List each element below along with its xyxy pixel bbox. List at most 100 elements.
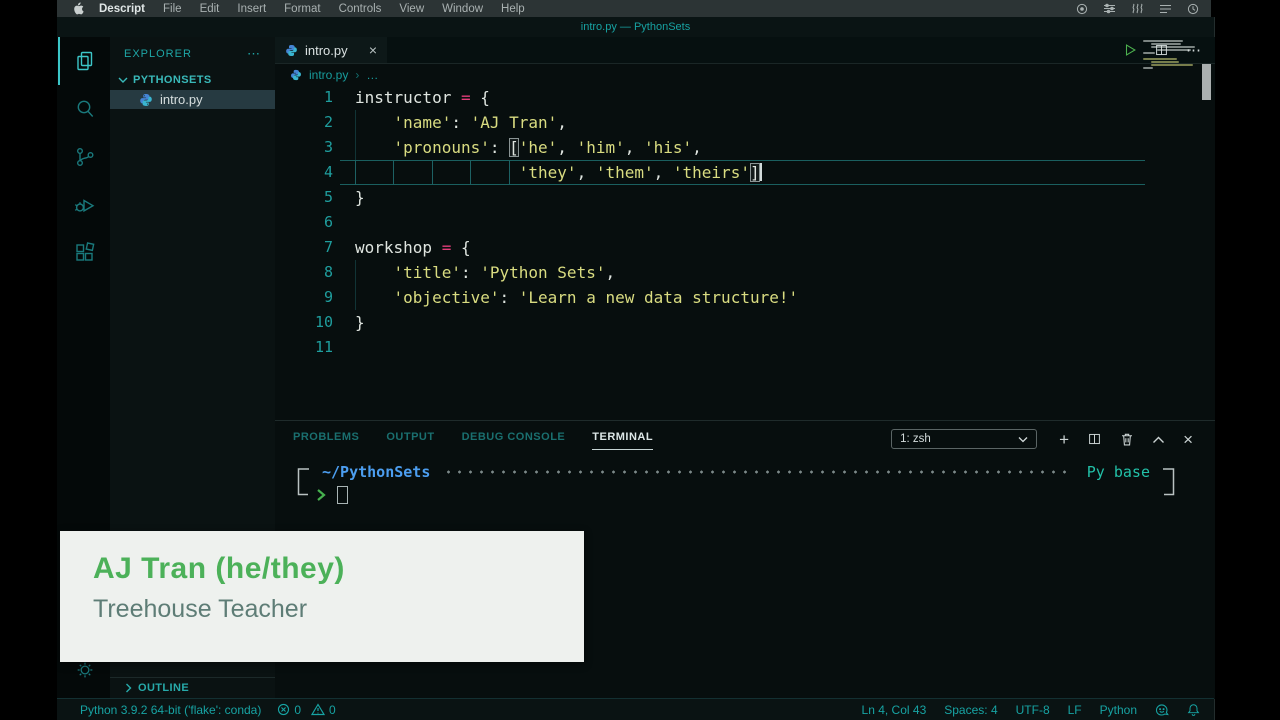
editor-scrollbar[interactable] <box>1202 64 1211 100</box>
menu-window[interactable]: Window <box>433 3 492 15</box>
problems-status[interactable]: 0 0 <box>277 703 335 717</box>
tab-debug-console[interactable]: DEBUG CONSOLE <box>462 431 566 450</box>
folder-pythonsets[interactable]: PYTHONSETS <box>110 69 275 90</box>
language-status[interactable]: Python <box>1100 703 1137 717</box>
tab-close-icon[interactable]: × <box>369 43 377 57</box>
line-number: 7 <box>275 235 333 260</box>
menu-file[interactable]: File <box>154 3 191 15</box>
maximize-panel-icon[interactable] <box>1152 435 1165 444</box>
tab-label: intro.py <box>305 43 348 58</box>
menu-format[interactable]: Format <box>275 3 329 15</box>
kill-terminal-icon[interactable] <box>1120 432 1134 447</box>
string-token: 'title' <box>394 263 461 282</box>
chevron-down-icon <box>1018 436 1028 443</box>
tab-terminal[interactable]: TERMINAL <box>592 431 653 450</box>
clock-icon[interactable] <box>1187 3 1199 15</box>
encoding-status[interactable]: UTF-8 <box>1016 703 1050 717</box>
tab-intro-py[interactable]: intro.py × <box>275 37 387 63</box>
minimap[interactable] <box>1143 40 1199 70</box>
explorer-icon[interactable] <box>58 37 109 85</box>
search-icon[interactable] <box>58 85 109 133</box>
window-title: intro.py — PythonSets <box>581 21 690 33</box>
close-panel-icon[interactable]: × <box>1183 431 1193 448</box>
tab-problems[interactable]: PROBLEMS <box>293 431 359 450</box>
tab-output[interactable]: OUTPUT <box>386 431 434 450</box>
feedback-smiley-icon[interactable] <box>1155 703 1169 717</box>
folder-name: PYTHONSETS <box>133 74 212 86</box>
string-token: 'he' <box>519 138 558 157</box>
line-number: 5 <box>275 185 333 210</box>
indentation-status[interactable]: Spaces: 4 <box>944 703 997 717</box>
python-file-icon <box>285 44 298 57</box>
eol-status[interactable]: LF <box>1068 703 1082 717</box>
menu-app-name[interactable]: Descript <box>90 3 154 15</box>
code-line[interactable]: 9 'objective': 'Learn a new data structu… <box>275 285 1215 310</box>
breadcrumb-file[interactable]: intro.py <box>309 68 348 82</box>
string-token: 'name' <box>394 113 452 132</box>
code-lines[interactable]: 1instructor = {2 'name': 'AJ Tran',3 'pr… <box>275 85 1215 420</box>
extensions-icon[interactable] <box>58 229 109 277</box>
line-number: 9 <box>275 285 333 310</box>
list-icon[interactable] <box>1159 4 1172 14</box>
line-content: 'name': 'AJ Tran', <box>355 110 567 135</box>
line-content: instructor = { <box>355 85 490 110</box>
record-icon[interactable] <box>1076 3 1088 15</box>
python-file-icon <box>139 93 153 107</box>
operator-token: = <box>442 238 452 257</box>
bracket-match-token: ] <box>750 163 760 182</box>
run-button-icon[interactable] <box>1123 43 1137 57</box>
code-token: : <box>451 113 470 132</box>
bracket-match-token: [ <box>509 138 519 157</box>
code-line[interactable]: 3 'pronouns': ['he', 'him', 'his', <box>275 135 1215 160</box>
editor-group: intro.py × ⋯ intro.py › … 1instructor = … <box>275 37 1215 420</box>
code-line[interactable]: 8 'title': 'Python Sets', <box>275 260 1215 285</box>
string-token: 'pronouns' <box>394 138 490 157</box>
menu-edit[interactable]: Edit <box>191 3 229 15</box>
code-token: : <box>500 288 519 307</box>
menu-controls[interactable]: Controls <box>330 3 391 15</box>
code-line[interactable]: 6 <box>275 210 1215 235</box>
indent-guide <box>355 160 356 185</box>
line-number: 3 <box>275 135 333 160</box>
terminal[interactable]: ~/PythonSets Py base <box>295 461 1177 506</box>
string-token: 'AJ Tran' <box>471 113 558 132</box>
code-line[interactable]: 4 'they', 'them', 'theirs'] <box>275 160 1215 185</box>
terminal-shell-select[interactable]: 1: zsh <box>891 429 1037 449</box>
code-line[interactable]: 11 <box>275 335 1215 360</box>
menu-view[interactable]: View <box>390 3 433 15</box>
code-line[interactable]: 7 workshop = { <box>275 235 1215 260</box>
sliders-icon[interactable] <box>1103 3 1116 14</box>
string-token: 'his' <box>644 138 692 157</box>
code-line[interactable]: 2 'name': 'AJ Tran', <box>275 110 1215 135</box>
menu-help[interactable]: Help <box>492 3 534 15</box>
warning-count: 0 <box>329 703 336 717</box>
source-control-icon[interactable] <box>58 133 109 181</box>
indent-guide <box>393 160 394 185</box>
code-line[interactable]: 1instructor = { <box>275 85 1215 110</box>
apple-logo-icon[interactable] <box>73 2 84 15</box>
terminal-cursor[interactable] <box>337 486 348 504</box>
file-item-intro-py[interactable]: intro.py <box>110 90 275 109</box>
breadcrumb-more[interactable]: … <box>366 68 378 82</box>
line-content: workshop = { <box>355 235 471 260</box>
split-terminal-icon[interactable] <box>1087 432 1102 446</box>
error-icon <box>277 703 290 716</box>
waveform-icon[interactable] <box>1131 3 1144 14</box>
outline-section[interactable]: OUTLINE <box>110 677 275 698</box>
interpreter-status[interactable]: Python 3.9.2 64-bit ('flake': conda) <box>80 703 261 717</box>
explorer-more-icon[interactable]: ⋯ <box>247 46 261 62</box>
notifications-bell-icon[interactable] <box>1187 703 1200 717</box>
menu-insert[interactable]: Insert <box>228 3 275 15</box>
prompt-arrow-icon <box>316 488 326 502</box>
window-title-bar[interactable]: intro.py — PythonSets <box>57 17 1214 37</box>
breadcrumb[interactable]: intro.py › … <box>275 64 1215 86</box>
cursor-position-status[interactable]: Ln 4, Col 43 <box>862 703 927 717</box>
run-debug-icon[interactable] <box>58 181 109 229</box>
code-line[interactable]: 5} <box>275 185 1215 210</box>
lower-third-overlay: AJ Tran (he/they) Treehouse Teacher <box>60 531 584 662</box>
line-number: 11 <box>275 335 333 360</box>
string-token: 'Learn a new data structure!' <box>519 288 798 307</box>
new-terminal-icon[interactable]: + <box>1059 431 1069 448</box>
string-token: 'theirs' <box>673 163 750 182</box>
code-line[interactable]: 10} <box>275 310 1215 335</box>
